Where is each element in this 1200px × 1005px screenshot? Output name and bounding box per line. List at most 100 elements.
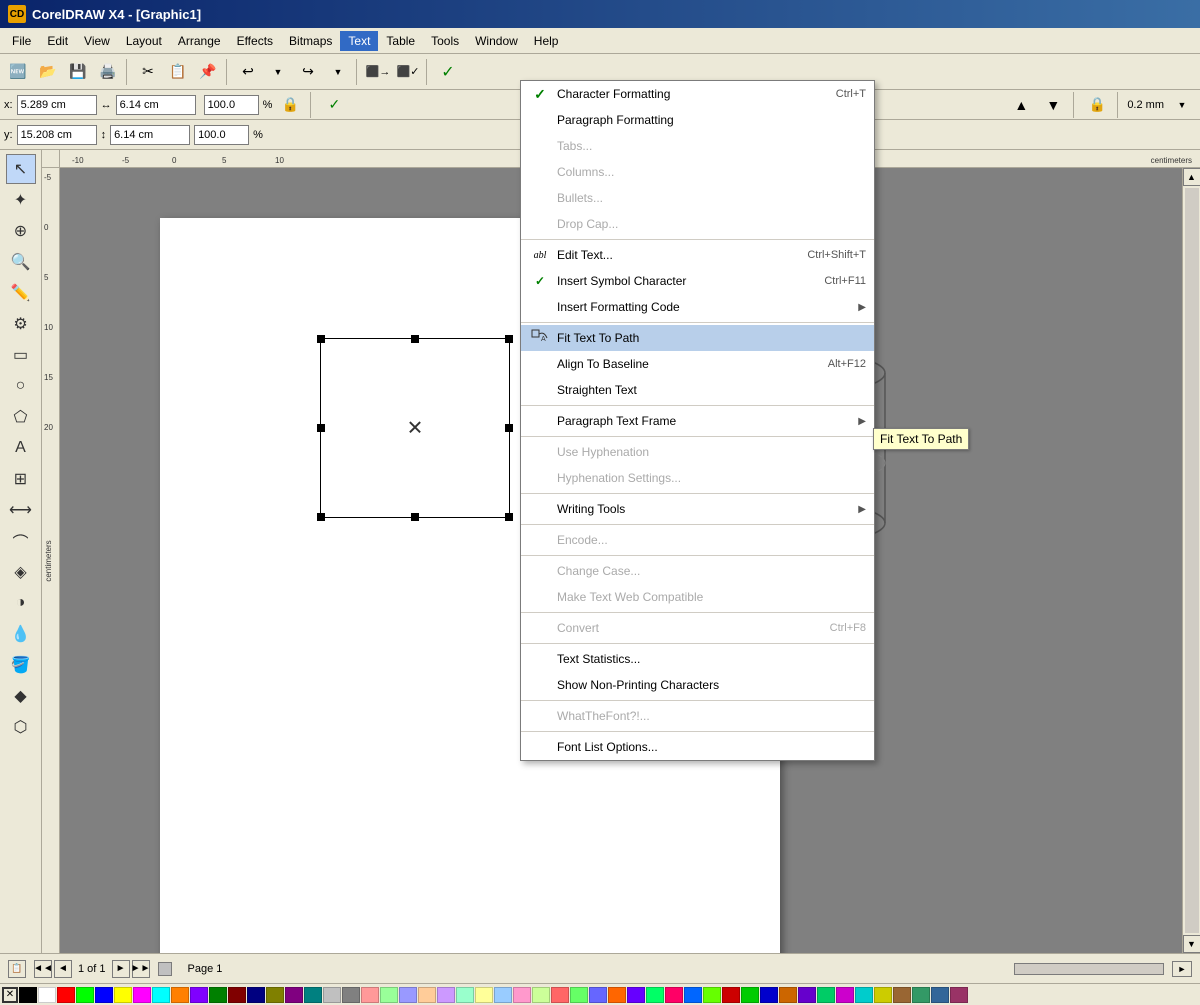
color-swatch[interactable] [133, 987, 151, 1003]
color-swatch[interactable] [19, 987, 37, 1003]
menu-edit[interactable]: Edit [39, 31, 76, 51]
color-swatch[interactable] [779, 987, 797, 1003]
page-list-btn[interactable]: 📋 [8, 960, 26, 978]
menu-help[interactable]: Help [526, 31, 567, 51]
color-swatch[interactable] [950, 987, 968, 1003]
menu-view[interactable]: View [76, 31, 118, 51]
select-tool[interactable]: ↖ [6, 154, 36, 184]
handle-mr[interactable] [505, 424, 513, 432]
scroll-down-btn[interactable]: ▼ [1183, 935, 1200, 953]
color-swatch[interactable] [836, 987, 854, 1003]
zoom-tool[interactable]: 🔍 [6, 247, 36, 277]
freehand-tool[interactable]: ✏️ [6, 278, 36, 308]
menu-char-format[interactable]: ✓ Character Formatting Ctrl+T [521, 81, 874, 107]
redo-btn[interactable]: ↪ [294, 59, 322, 85]
export-btn[interactable]: ⬛✓ [394, 59, 422, 85]
color-swatch[interactable] [437, 987, 455, 1003]
handle-tm[interactable] [411, 335, 419, 343]
color-swatch[interactable] [247, 987, 265, 1003]
effects-tool[interactable]: ◈ [6, 557, 36, 587]
print-btn[interactable]: 🖨️ [94, 59, 122, 85]
save-btn[interactable]: 💾 [64, 59, 92, 85]
color-swatch[interactable] [456, 987, 474, 1003]
menu-arrange[interactable]: Arrange [170, 31, 229, 51]
color-swatch[interactable] [95, 987, 113, 1003]
color-swatch[interactable] [931, 987, 949, 1003]
color-swatch[interactable] [114, 987, 132, 1003]
lock-btn2[interactable]: 🔒 [1083, 92, 1111, 118]
color-swatch[interactable] [551, 987, 569, 1003]
menu-table[interactable]: Table [378, 31, 423, 51]
color-swatch[interactable] [798, 987, 816, 1003]
color-swatch[interactable] [760, 987, 778, 1003]
color-swatch[interactable] [228, 987, 246, 1003]
handle-br[interactable] [505, 513, 513, 521]
menu-fit-text-path[interactable]: A Fit Text To Path [521, 325, 874, 351]
color-swatch[interactable] [38, 987, 56, 1003]
up-arrow[interactable]: ▲ [1007, 92, 1035, 118]
copy-btn[interactable]: 📋 [164, 59, 192, 85]
cut-btn[interactable]: ✂ [134, 59, 162, 85]
status-arrow-btn[interactable]: ► [1172, 961, 1192, 977]
color-swatch[interactable] [380, 987, 398, 1003]
nav-first[interactable]: ◄◄ [34, 960, 52, 978]
smart-tool[interactable]: ⚙ [6, 309, 36, 339]
ellipse-tool[interactable]: ○ [6, 371, 36, 401]
fill-tool[interactable]: 🪣 [6, 650, 36, 680]
handle-ml[interactable] [317, 424, 325, 432]
y-input[interactable] [17, 125, 97, 145]
menu-bitmaps[interactable]: Bitmaps [281, 31, 340, 51]
color-swatch[interactable] [570, 987, 588, 1003]
handle-bl[interactable] [317, 513, 325, 521]
selected-object[interactable]: ✕ [320, 338, 510, 518]
color-swatch[interactable] [684, 987, 702, 1003]
handle-tr[interactable] [505, 335, 513, 343]
menu-tools[interactable]: Tools [423, 31, 467, 51]
page-add-btn[interactable] [158, 962, 172, 976]
color-swatch[interactable] [76, 987, 94, 1003]
menu-window[interactable]: Window [467, 31, 526, 51]
color-swatch[interactable] [190, 987, 208, 1003]
color-swatch[interactable] [152, 987, 170, 1003]
color-swatch[interactable] [665, 987, 683, 1003]
pct2-input[interactable] [194, 125, 249, 145]
scroll-up-btn[interactable]: ▲ [1183, 168, 1200, 186]
color-swatch[interactable] [627, 987, 645, 1003]
color-swatch[interactable] [608, 987, 626, 1003]
color-swatch[interactable] [703, 987, 721, 1003]
menu-straighten-text[interactable]: Straighten Text [521, 377, 874, 403]
menu-file[interactable]: File [4, 31, 39, 51]
dimension-tool[interactable]: ⟷ [6, 495, 36, 525]
handle-bm[interactable] [411, 513, 419, 521]
menu-effects[interactable]: Effects [229, 31, 281, 51]
table-tool[interactable]: ⊞ [6, 464, 36, 494]
w-input[interactable] [116, 95, 196, 115]
color-swatch[interactable] [57, 987, 75, 1003]
handle-tl[interactable] [317, 335, 325, 343]
no-fill-swatch[interactable]: ✕ [2, 987, 18, 1003]
color-swatch[interactable] [722, 987, 740, 1003]
pct1-input[interactable] [204, 95, 259, 115]
nav-last[interactable]: ►► [132, 960, 150, 978]
color-swatch[interactable] [361, 987, 379, 1003]
color-swatch[interactable] [817, 987, 835, 1003]
smart-fill-tool[interactable]: ⬡ [6, 712, 36, 742]
color-swatch[interactable] [266, 987, 284, 1003]
color-swatch[interactable] [589, 987, 607, 1003]
h-input[interactable] [110, 125, 190, 145]
check-btn2[interactable]: ✓ [320, 92, 348, 118]
redo-arrow[interactable]: ▼ [324, 59, 352, 85]
import-btn[interactable]: ⬛→ [364, 59, 392, 85]
scroll-track[interactable] [1185, 188, 1199, 933]
menu-text-stats[interactable]: Text Statistics... [521, 646, 874, 672]
color-swatch[interactable] [532, 987, 550, 1003]
menu-insert-format[interactable]: Insert Formatting Code ▶ [521, 294, 874, 320]
color-swatch[interactable] [418, 987, 436, 1003]
menu-para-format[interactable]: Paragraph Formatting [521, 107, 874, 133]
undo-btn[interactable]: ↩ [234, 59, 262, 85]
color-swatch[interactable] [874, 987, 892, 1003]
shape-tool[interactable]: ✦ [6, 185, 36, 215]
crop-tool[interactable]: ⊕ [6, 216, 36, 246]
color-swatch[interactable] [494, 987, 512, 1003]
color-swatch[interactable] [741, 987, 759, 1003]
